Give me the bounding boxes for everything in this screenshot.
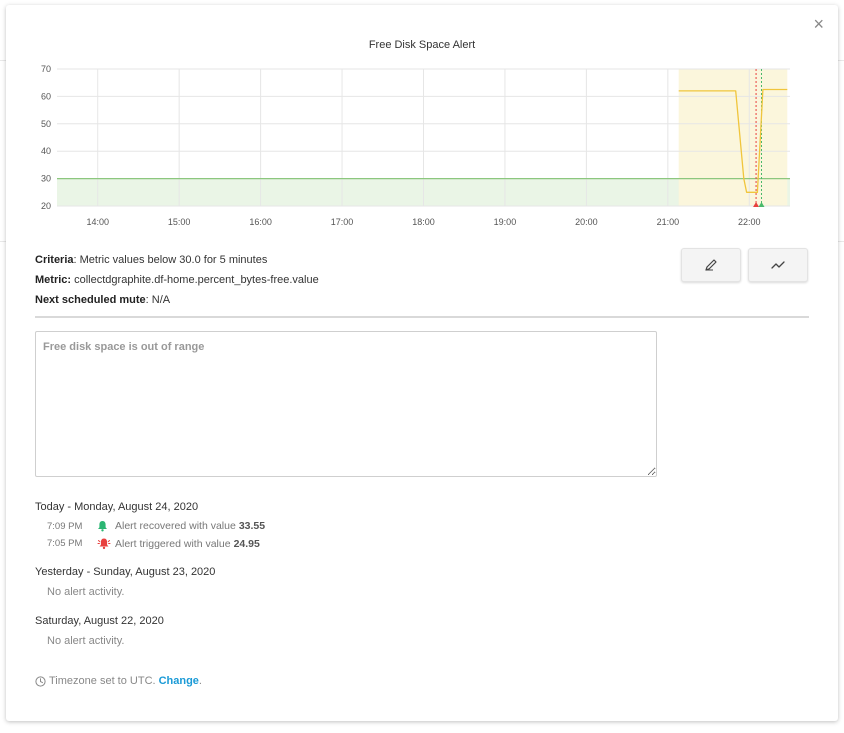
x-tick-label: 21:00 [657,217,680,227]
history-event: 7:09 PM Alert recovered with value 33.55 [47,520,265,532]
x-tick-label: 17:00 [331,217,354,227]
alert-modal: × Free Disk Space Alert 20 30 40 50 60 70 14:0… [6,5,838,721]
criteria-value: : Metric values below 30.0 for 5 minutes [73,254,268,266]
x-tick-label: 16:00 [249,217,272,227]
history-day-heading: Today - Monday, August 24, 2020 [35,501,199,513]
x-tick-label: 20:00 [575,217,598,227]
alert-notes-textarea[interactable] [35,331,657,477]
clock-icon [35,675,46,687]
history-day-heading: Yesterday - Sunday, August 23, 2020 [35,566,216,578]
x-tick-label: 14:00 [86,217,109,227]
next-mute-value: : N/A [145,294,171,306]
event-value: 33.55 [238,520,266,532]
next-mute-label: Next scheduled mute [35,294,146,306]
y-tick-label: 60 [41,91,51,101]
x-tick-label: 19:00 [494,217,517,227]
criteria-label: Criteria [35,254,74,266]
metric-label: Metric: [35,274,72,286]
metric-row: Metric: collectdgraphite.df-home.percent… [35,274,319,286]
bell-icon [97,520,115,532]
history-day-heading: Saturday, August 22, 2020 [35,615,164,627]
metric-value: collectdgraphite.df-home.percent_bytes-f… [71,274,319,286]
edit-alert-button[interactable] [681,248,741,282]
y-tick-label: 50 [41,119,51,129]
event-time: 7:09 PM [47,520,83,532]
timezone-suffix: . [198,675,202,687]
pencil-icon [705,259,717,271]
event-text: Alert recovered with value [115,520,236,532]
x-tick-label: 18:00 [412,217,435,227]
y-tick-label: 20 [41,201,51,211]
bell-ringing-icon [97,537,115,550]
criteria-row: Criteria: Metric values below 30.0 for 5… [35,254,267,266]
x-tick-label: 15:00 [168,217,191,227]
change-timezone-link[interactable]: Change [159,675,199,687]
timezone-row: Timezone set to UTC. Change. [35,675,202,687]
event-value: 24.95 [233,537,260,550]
trend-line-icon [771,261,785,269]
next-mute-row: Next scheduled mute: N/A [35,294,170,306]
y-tick-label: 30 [41,174,51,184]
history-event: 7:05 PM Alert triggered with value 24.95 [47,537,260,550]
event-time: 7:05 PM [47,538,83,549]
y-tick-label: 70 [41,64,51,74]
section-divider [35,316,809,318]
timezone-text: Timezone set to UTC. [49,675,156,687]
x-tick-label: 22:00 [738,217,761,227]
no-activity-text: No alert activity. [47,635,125,647]
y-tick-label: 40 [41,146,51,156]
no-activity-text: No alert activity. [47,586,125,598]
alert-chart: 20 30 40 50 60 70 14:00 15:00 16:00 17:00 18:00 19:… [41,64,790,227]
event-text: Alert triggered with value [115,537,231,550]
view-graph-button[interactable] [748,248,808,282]
